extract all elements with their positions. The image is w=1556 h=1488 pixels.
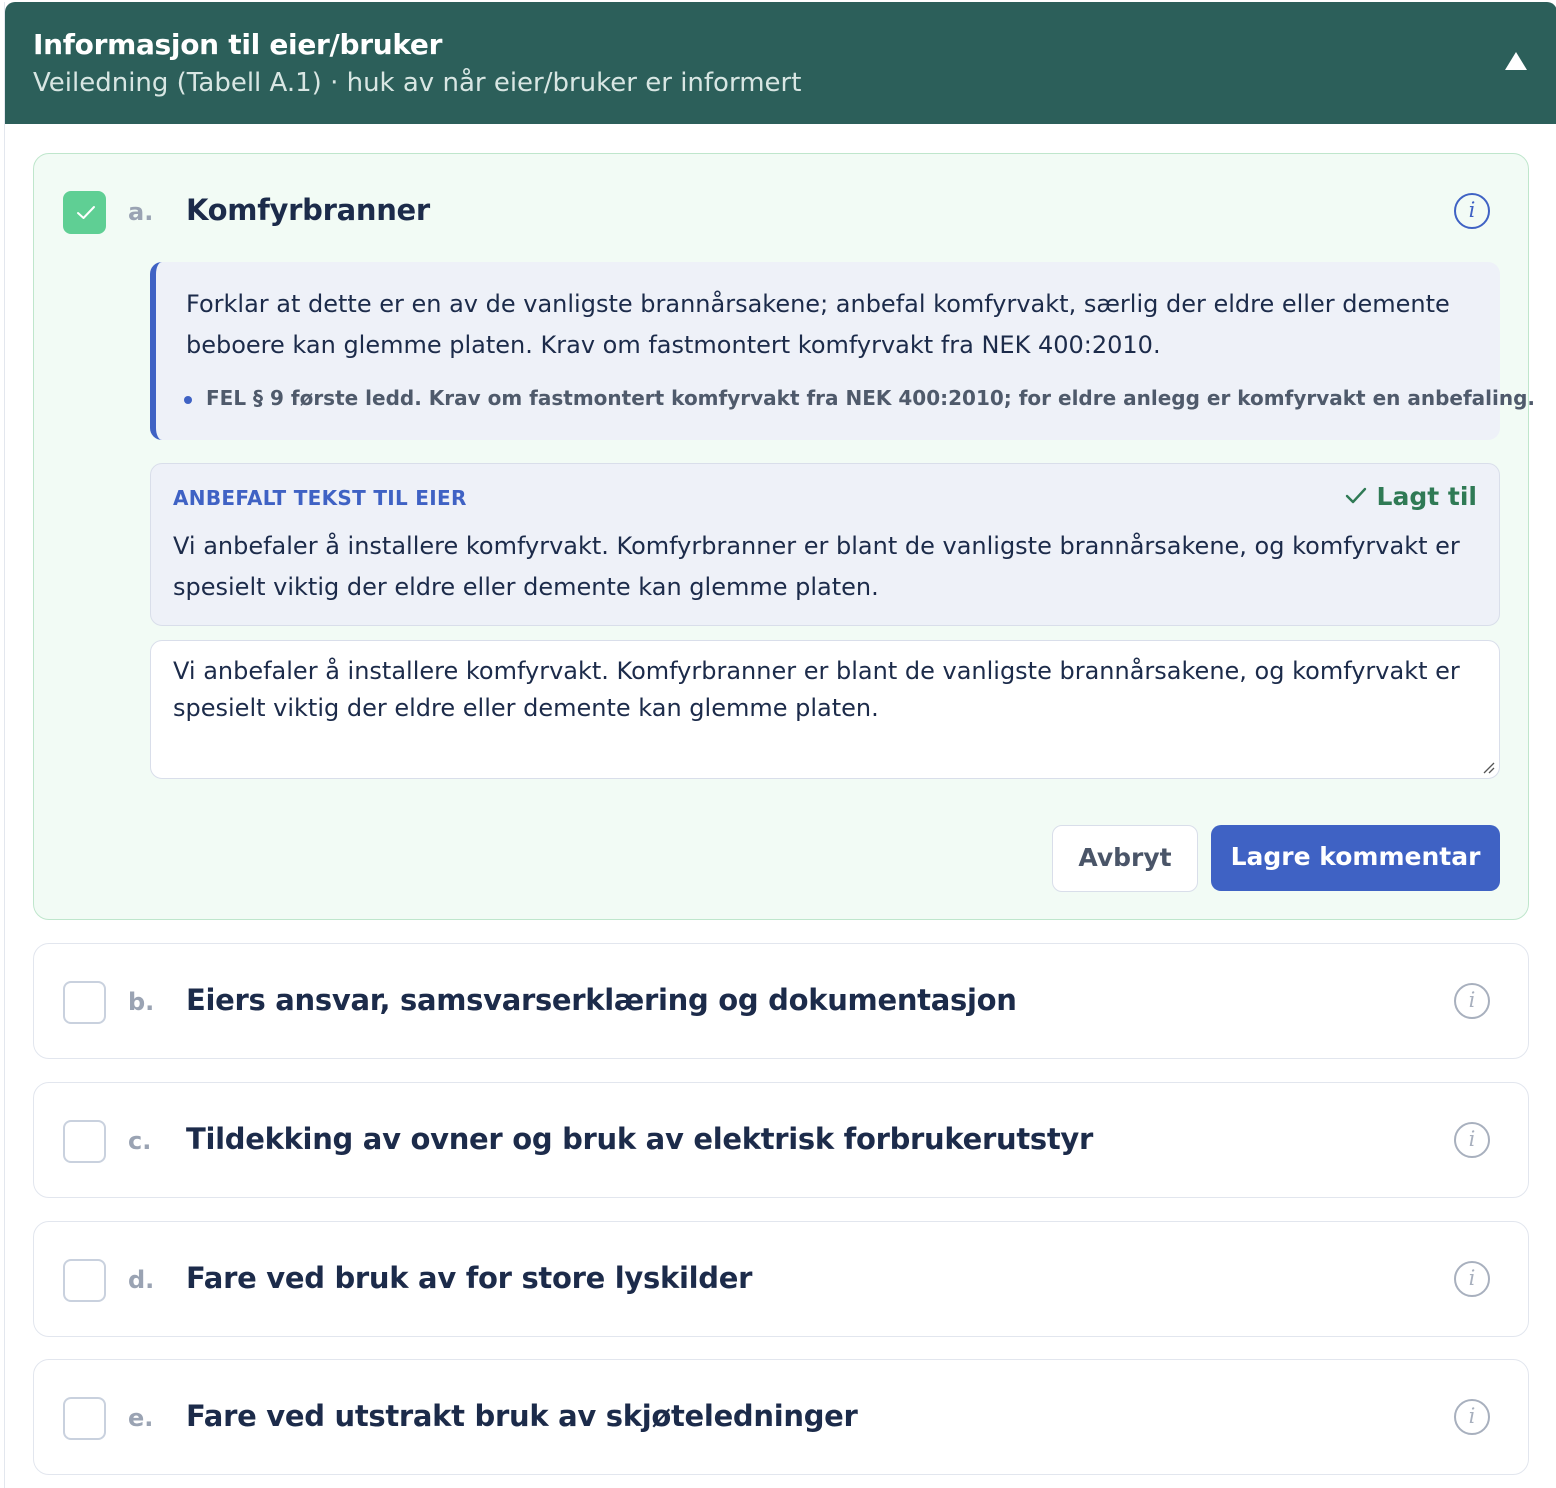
info-icon[interactable]: i	[1454, 983, 1490, 1019]
cancel-button[interactable]: Avbryt	[1052, 825, 1198, 892]
info-icon[interactable]: i	[1454, 1399, 1490, 1435]
item-letter: d.	[128, 1266, 155, 1294]
guidance-text: Forklar at dette er en av de vanligste b…	[186, 290, 1450, 359]
item-letter: b.	[128, 988, 155, 1016]
comment-textarea[interactable]: Vi anbefaler å installere komfyrvakt. Ko…	[150, 640, 1500, 779]
checklist-item-d[interactable]: d. Fare ved bruk av for store lyskilder …	[33, 1221, 1529, 1337]
item-letter: e.	[128, 1404, 154, 1432]
panel-subtitle: Veiledning (Tabell A.1) · huk av når eie…	[33, 68, 802, 98]
info-icon[interactable]: i	[1454, 1261, 1490, 1297]
reference-text: FEL § 9 første ledd. Krav om fastmontert…	[206, 386, 1536, 410]
panel-header[interactable]: Informasjon til eier/bruker Veiledning (…	[5, 2, 1556, 124]
item-letter: c.	[128, 1127, 152, 1155]
added-status: Lagt til	[1345, 482, 1477, 511]
checklist-item-c[interactable]: c. Tildekking av ovner og bruk av elektr…	[33, 1082, 1529, 1198]
checklist-item-a: a. Komfyrbranner i Forklar at dette er e…	[33, 153, 1535, 920]
item-title: Tildekking av ovner og bruk av elektrisk…	[186, 1122, 1094, 1156]
resize-handle-icon[interactable]	[1481, 760, 1495, 774]
check-icon	[77, 206, 95, 219]
added-status-label: Lagt til	[1376, 482, 1477, 511]
panel-title: Informasjon til eier/bruker	[33, 28, 443, 61]
check-icon	[1345, 487, 1366, 504]
guidance-box: Forklar at dette er en av de vanligste b…	[150, 262, 1535, 440]
item-checkbox[interactable]	[63, 1120, 106, 1163]
owner-info-panel: Informasjon til eier/bruker Veiledning (…	[4, 2, 1556, 1488]
collapse-toggle-icon[interactable]	[1505, 52, 1529, 72]
info-icon[interactable]: i	[1454, 1122, 1490, 1158]
save-comment-button[interactable]: Lagre kommentar	[1211, 825, 1500, 891]
checklist-item-e[interactable]: e. Fare ved utstrakt bruk av skjøteledni…	[33, 1359, 1529, 1475]
checklist-item-b[interactable]: b. Eiers ansvar, samsvarserklæring og do…	[33, 943, 1529, 1059]
recommended-label: ANBEFALT TEKST TIL EIER	[173, 486, 467, 510]
item-title: Fare ved bruk av for store lyskilder	[186, 1261, 753, 1295]
recommended-text-box: ANBEFALT TEKST TIL EIER Lagt til Vi anbe…	[150, 463, 1500, 626]
guidance-reference: FEL § 9 første ledd. Krav om fastmontert…	[184, 386, 1535, 410]
item-checkbox[interactable]	[63, 191, 106, 234]
item-title: Eiers ansvar, samsvarserklæring og dokum…	[186, 983, 1017, 1017]
comment-value[interactable]: Vi anbefaler å installere komfyrvakt. Ko…	[173, 653, 1483, 727]
item-title: Komfyrbranner	[186, 193, 430, 227]
item-checkbox[interactable]	[63, 981, 106, 1024]
item-title: Fare ved utstrakt bruk av skjøteledninge…	[186, 1399, 858, 1433]
bullet-icon	[184, 395, 192, 404]
item-checkbox[interactable]	[63, 1259, 106, 1302]
item-checkbox[interactable]	[63, 1397, 106, 1440]
item-letter: a.	[128, 198, 154, 226]
recommended-text: Vi anbefaler å installere komfyrvakt. Ko…	[173, 532, 1460, 601]
info-icon[interactable]: i	[1454, 193, 1490, 229]
